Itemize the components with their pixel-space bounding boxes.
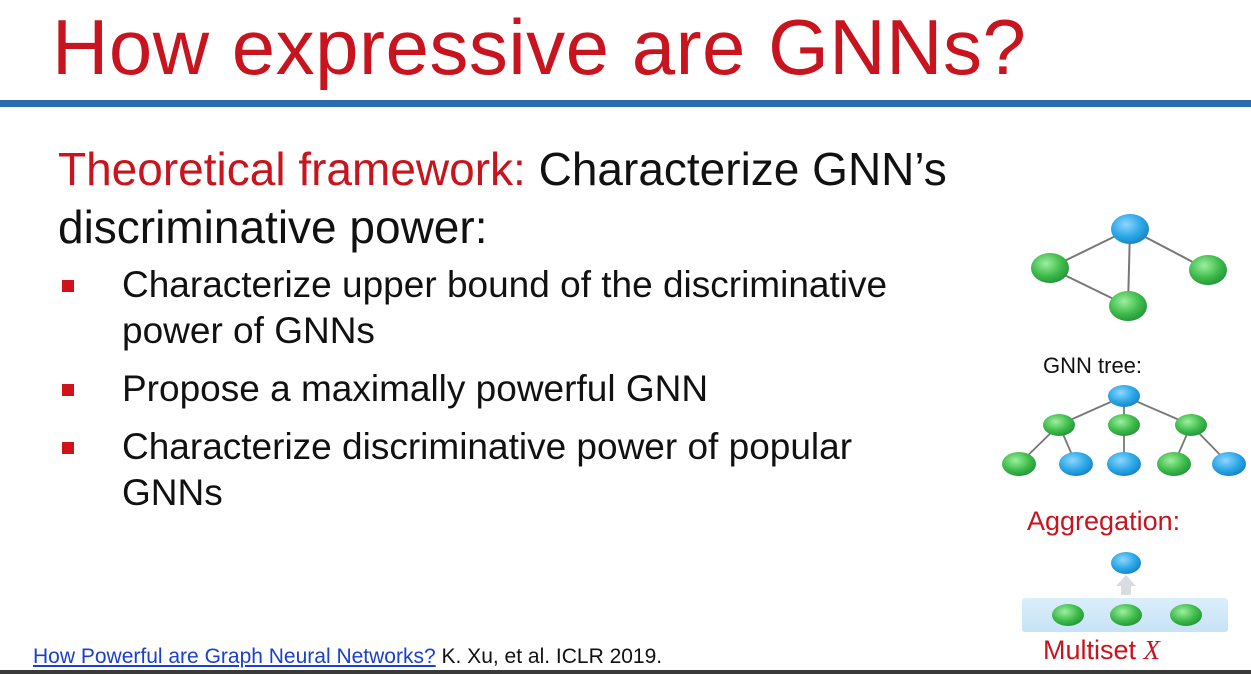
- input-graph: [1031, 214, 1227, 321]
- graph-node: [1109, 291, 1147, 321]
- graph-node: [1189, 255, 1227, 285]
- bullet-text: Propose a maximally powerful GNN: [122, 368, 709, 409]
- gnn-tree-label: GNN tree:: [1043, 353, 1143, 378]
- multiset-text: Multiset: [1043, 635, 1137, 665]
- tree-node: [1157, 452, 1191, 476]
- bullet-item: Characterize upper bound of the discrimi…: [62, 262, 962, 354]
- tree-node: [1108, 385, 1140, 407]
- graph-node: [1111, 214, 1149, 244]
- citation-authors: K. Xu, et al. ICLR 2019.: [435, 645, 663, 668]
- tree-node: [1108, 414, 1140, 436]
- multiset-node: [1170, 604, 1202, 626]
- bottom-divider: [0, 670, 1251, 674]
- tree-node: [1059, 452, 1093, 476]
- aggregate-arrow-icon: [1116, 575, 1136, 586]
- gnn-figure: [1002, 214, 1246, 632]
- tree-node: [1043, 414, 1075, 436]
- bullet-text: Characterize discriminative power of pop…: [122, 426, 853, 513]
- bullet-list: Characterize upper bound of the discrimi…: [62, 262, 962, 528]
- multiset-node: [1110, 604, 1142, 626]
- citation: How Powerful are Graph Neural Networks? …: [33, 645, 662, 669]
- bullet-square-icon: [62, 280, 74, 292]
- paper-link[interactable]: How Powerful are Graph Neural Networks?: [33, 645, 436, 668]
- title-divider: [0, 100, 1251, 107]
- tree-node: [1002, 452, 1036, 476]
- bullet-item: Characterize discriminative power of pop…: [62, 424, 962, 516]
- gnn-tree: [1002, 385, 1246, 476]
- tree-node: [1212, 452, 1246, 476]
- lead-accent: Theoretical framework:: [58, 143, 526, 195]
- graph-node: [1031, 253, 1069, 283]
- bullet-item: Propose a maximally powerful GNN: [62, 366, 962, 412]
- slide-title: How expressive are GNNs?: [52, 3, 1027, 91]
- multiset-node: [1052, 604, 1084, 626]
- aggregation-diagram: [1022, 552, 1228, 632]
- multiset-variable: X: [1143, 635, 1161, 665]
- tree-node: [1175, 414, 1207, 436]
- tree-node: [1107, 452, 1141, 476]
- aggregation-label: Aggregation:: [1027, 506, 1181, 536]
- lead-statement: Theoretical framework: Characterize GNN’…: [58, 140, 1118, 256]
- bullet-square-icon: [62, 384, 74, 396]
- aggregated-node: [1111, 552, 1141, 574]
- multiset-label: Multiset X: [1043, 635, 1160, 666]
- bullet-text: Characterize upper bound of the discrimi…: [122, 264, 888, 351]
- bullet-square-icon: [62, 442, 74, 454]
